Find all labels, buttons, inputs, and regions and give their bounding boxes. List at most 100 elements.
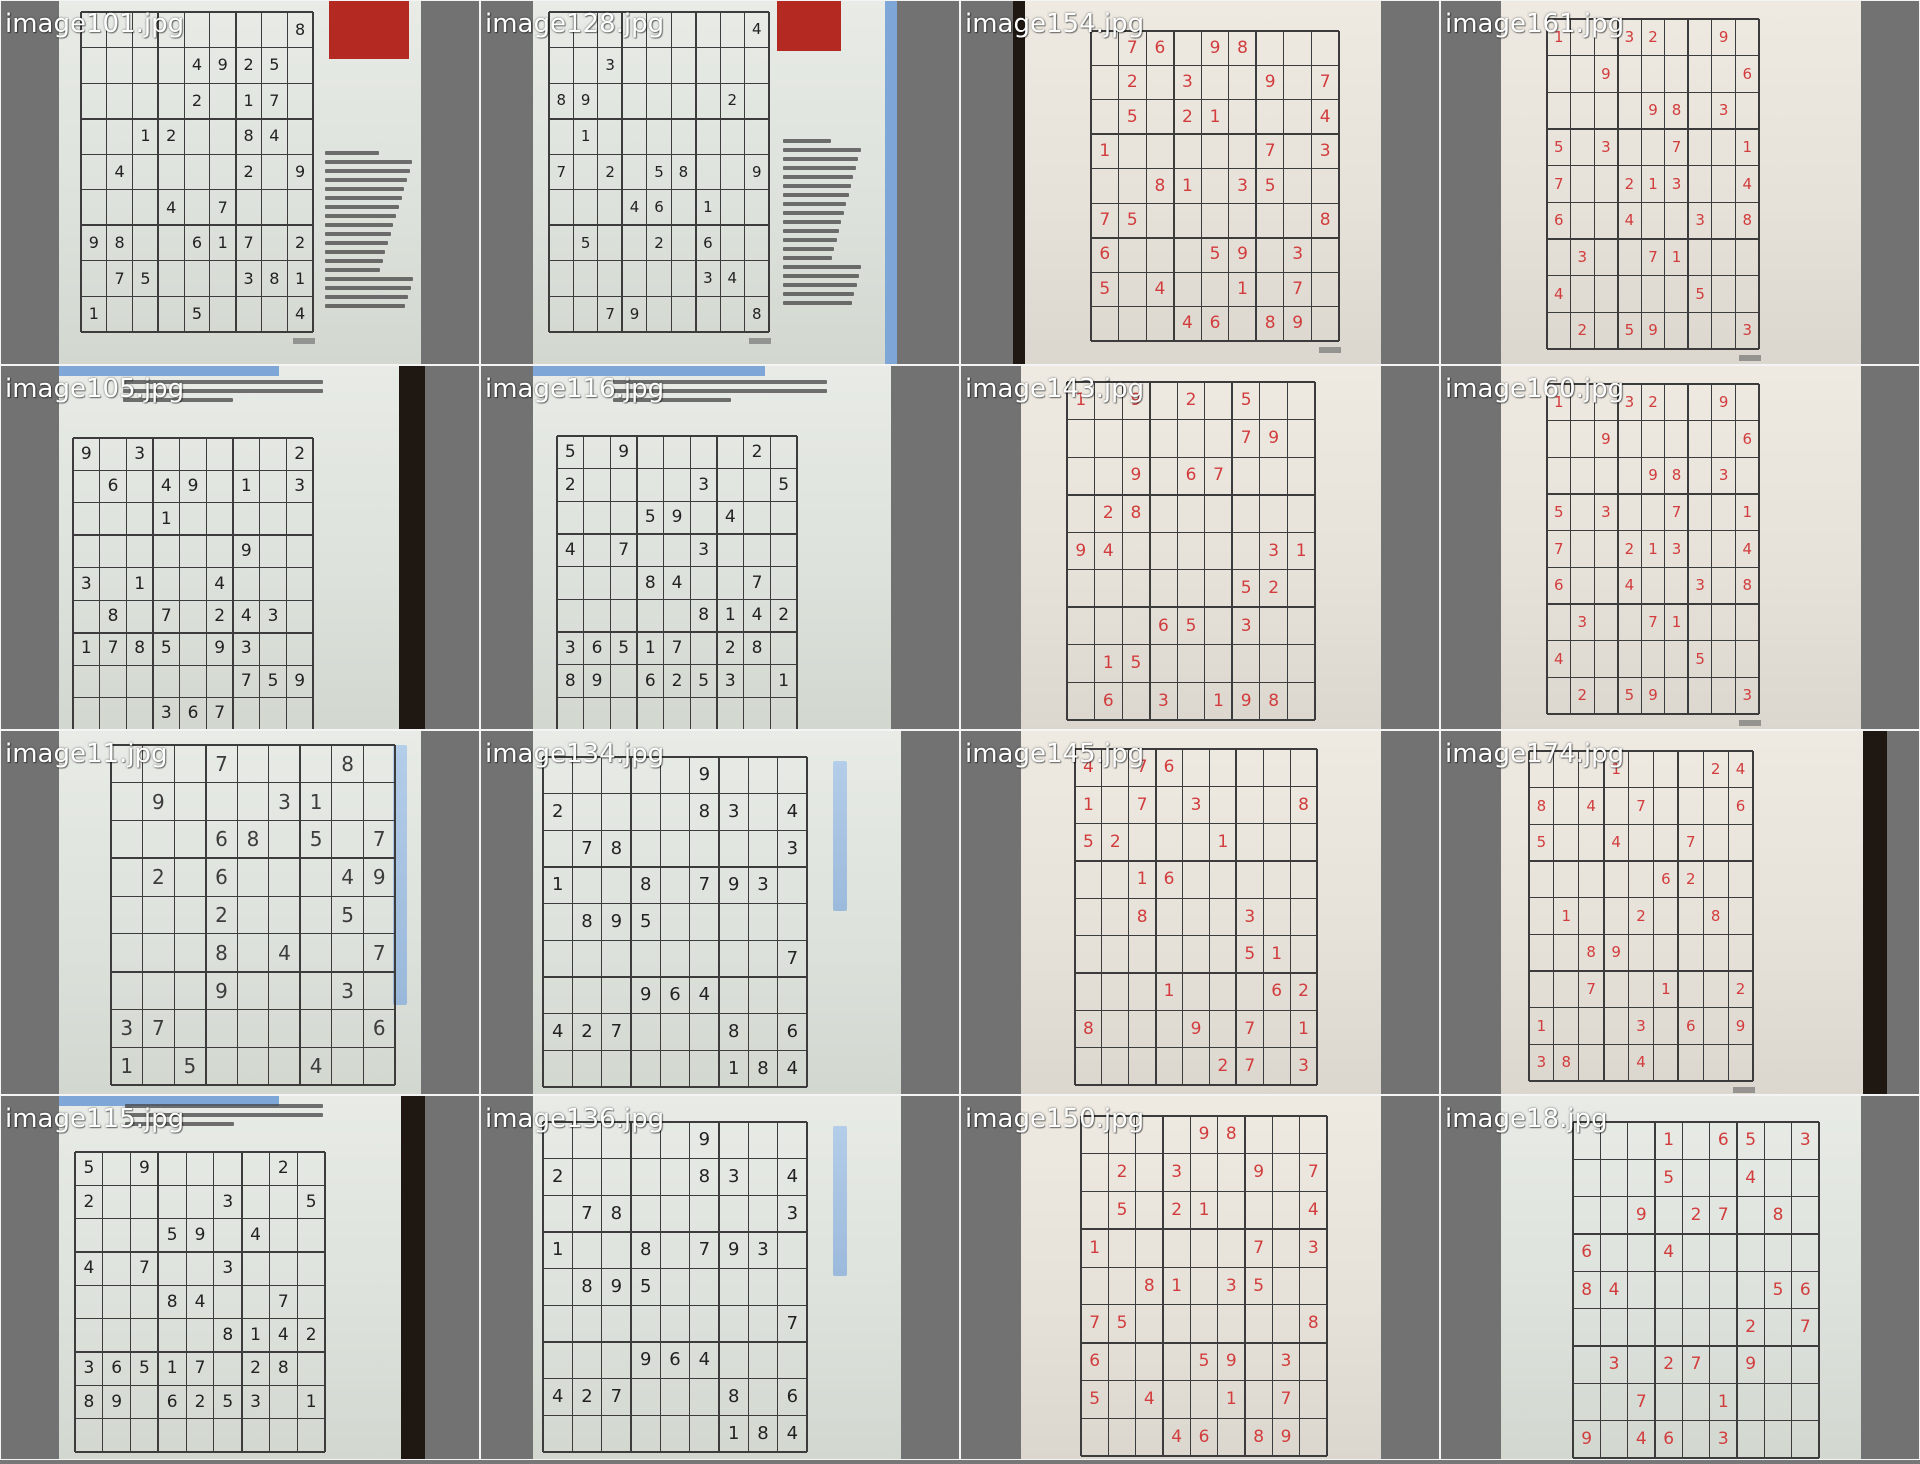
sudoku-digit: 3 bbox=[267, 605, 279, 626]
photo-text-line bbox=[783, 247, 835, 251]
photo-page-label bbox=[293, 338, 315, 344]
sudoku-digit: 6 bbox=[591, 637, 603, 658]
sudoku-digit: 9 bbox=[1075, 540, 1087, 561]
sudoku-digit: 2 bbox=[191, 90, 203, 110]
sudoku-digit: 4 bbox=[671, 572, 683, 593]
sudoku-digit: 8 bbox=[564, 670, 576, 691]
photo-text-line bbox=[325, 250, 386, 254]
image-tile[interactable]: 9 8 2 3 9 7 5 2 1 4 1 7 3 8 1 3 5 7 5 8 6 5 9 3 5 4 1 7 4 6 8 9 image150… bbox=[960, 1095, 1440, 1460]
grid-line bbox=[1547, 603, 1759, 605]
sudoku-digit: 2 bbox=[1182, 106, 1193, 127]
sudoku-digit: 9 bbox=[88, 233, 99, 253]
sudoku-digit: 8 bbox=[1143, 1275, 1155, 1296]
sudoku-digit: 1 bbox=[88, 304, 99, 324]
sudoku-digit: 7 bbox=[556, 162, 566, 181]
sudoku-digit: 1 bbox=[1171, 1275, 1183, 1296]
image-tile[interactable]: 9 3 2 6 4 9 1 3 1 9 3 1 4 8 7 2 4 3 1 7 8 5 9 3 7 5 9 3 6 7 image105.j… bbox=[0, 365, 480, 730]
grid-line bbox=[1067, 419, 1315, 421]
sudoku-digit: 3 bbox=[1601, 502, 1611, 521]
image-tile[interactable]: 4 3 8 9 2 1 7 2 5 8 9 4 6 1 5 2 6 3 4 7 9 8 image128.jpg bbox=[480, 0, 960, 365]
sudoku-digit: 2 bbox=[1185, 390, 1197, 411]
sudoku-digit: 6 bbox=[111, 1358, 123, 1379]
sudoku-digit: 5 bbox=[1244, 943, 1256, 964]
sudoku-digit: 8 bbox=[757, 1057, 769, 1079]
image-tile[interactable]: 7 6 9 8 2 3 9 7 5 2 1 4 1 7 3 8 1 3 5 7 5 8 6 5 9 3 5 4 1 7 4 6 8 9 image1… bbox=[960, 0, 1440, 365]
image-tile[interactable]: 1 9 2 5 7 9 9 6 7 2 8 9 4 3 1 5 2 6 5 3 1 5 6 3 1 9 8 image143.jpg bbox=[960, 365, 1440, 730]
photo-dark-edge bbox=[399, 366, 425, 729]
grid-line bbox=[75, 1351, 325, 1353]
image-filename: image136.jpg bbox=[485, 1104, 665, 1134]
image-filename: image161.jpg bbox=[1445, 9, 1625, 39]
sudoku-digit: 4 bbox=[166, 197, 177, 217]
grid-line bbox=[1547, 201, 1759, 203]
grid-line bbox=[549, 47, 769, 49]
photo-text-line bbox=[325, 169, 410, 173]
photo-text-line bbox=[783, 148, 861, 152]
image-tile[interactable]: 8 4 9 2 5 2 1 7 1 2 8 4 4 2 9 4 7 9 8 6 1 7 2 7 5 3 8 1 1 5 4 image101.… bbox=[0, 0, 480, 365]
grid-line bbox=[549, 331, 769, 333]
image-tile[interactable]: 1 3 2 9 9 6 9 8 3 5 3 7 1 7 2 1 3 4 6 4 3 8 3 7 1 4 5 2 5 9 3 image160.… bbox=[1440, 365, 1920, 730]
image-filename: image145.jpg bbox=[965, 739, 1145, 769]
image-tile[interactable]: 1 2 4 8 4 7 6 5 4 7 6 2 1 2 8 8 9 7 1 2 1 3 6 9 3 8 4 image174.jpg bbox=[1440, 730, 1920, 1095]
sudoku-digit: 1 bbox=[309, 789, 323, 814]
sudoku-digit: 6 bbox=[1158, 615, 1169, 636]
photo-red-banner bbox=[777, 1, 841, 51]
sudoku-digit: 9 bbox=[295, 162, 306, 181]
image-tile[interactable]: 4 7 6 1 7 3 8 5 2 1 1 6 8 3 5 1 1 6 2 8 9 7 1 2 7 3 image145.jpg bbox=[960, 730, 1440, 1095]
photo-text-line bbox=[783, 139, 831, 143]
grid-line bbox=[543, 976, 807, 978]
sudoku-digit: 9 bbox=[698, 764, 711, 786]
image-tile[interactable]: 7 8 9 3 1 6 8 5 7 2 6 4 9 2 5 8 4 7 9 3 3 7 6 1 5 4 image11.jpg bbox=[0, 730, 480, 1095]
image-tile[interactable]: 5 9 2 2 3 5 5 9 4 4 7 3 8 4 7 8 1 4 2 3 6 5 1 7 2 8 8 9 6 2 5 3 1 image11… bbox=[480, 365, 960, 730]
grid-line bbox=[81, 189, 313, 191]
photo-text-line bbox=[325, 304, 406, 308]
grid-line bbox=[1067, 606, 1315, 609]
sudoku-digit: 9 bbox=[1268, 427, 1280, 448]
sudoku-digit: 1 bbox=[1298, 1018, 1309, 1039]
image-tile[interactable]: 9 2 8 3 4 7 8 3 1 8 7 9 3 8 9 5 7 9 6 4 4 2 7 8 6 1 8 4 image134.jpg bbox=[480, 730, 960, 1095]
sudoku-grid: 592235594473847814236517288962531 bbox=[556, 435, 798, 729]
photo-text-line bbox=[325, 286, 411, 290]
sudoku-digit: 3 bbox=[698, 539, 710, 560]
photo-text-line bbox=[325, 214, 397, 218]
image-tile[interactable]: 1 3 2 9 9 6 9 8 3 5 3 7 1 7 2 1 3 4 6 4 3 8 3 7 1 4 5 2 5 9 3 image161.… bbox=[1440, 0, 1920, 365]
sudoku-digit: 8 bbox=[1772, 1204, 1784, 1225]
grid-line bbox=[1529, 1007, 1753, 1009]
sudoku-digit: 5 bbox=[191, 304, 203, 324]
sudoku-digit: 2 bbox=[1577, 686, 1588, 705]
sudoku-digit: 7 bbox=[698, 1239, 711, 1261]
photo-text-line bbox=[325, 259, 383, 263]
sudoku-digit: 2 bbox=[305, 1324, 317, 1345]
sudoku-digit: 3 bbox=[703, 269, 713, 288]
sudoku-digit: 1 bbox=[580, 126, 591, 145]
sudoku-digit: 6 bbox=[1271, 981, 1283, 1002]
photo-text-line bbox=[783, 256, 832, 260]
grid-line bbox=[1573, 1121, 1819, 1123]
sudoku-digit: 5 bbox=[1695, 284, 1705, 303]
sudoku-digit: 3 bbox=[1671, 539, 1682, 558]
sudoku-digit: 1 bbox=[1217, 831, 1229, 852]
sudoku-digit: 1 bbox=[295, 268, 306, 288]
sudoku-digit: 8 bbox=[277, 1358, 289, 1379]
image-tile[interactable]: 9 2 8 3 4 7 8 3 1 8 7 9 3 8 9 5 7 9 6 4 4 2 7 8 6 1 8 4 image136.jpg bbox=[480, 1095, 960, 1460]
grid-line bbox=[1067, 681, 1315, 683]
photo-text-line bbox=[783, 184, 851, 188]
sudoku-digit: 9 bbox=[1635, 1204, 1647, 1225]
sudoku-digit: 3 bbox=[786, 1202, 799, 1224]
grid-line bbox=[543, 866, 807, 868]
image-tile[interactable]: 1 6 5 3 5 4 9 2 7 8 6 4 8 4 5 6 2 7 3 2 7 9 7 1 9 4 6 3 image18.jpg bbox=[1440, 1095, 1920, 1460]
grid-line bbox=[1547, 456, 1759, 458]
photo-dark-edge bbox=[1013, 1, 1025, 364]
sudoku-digit: 3 bbox=[1718, 101, 1729, 120]
sudoku-digit: 9 bbox=[187, 476, 199, 497]
grid-line bbox=[557, 533, 797, 535]
image-grid: 8 4 9 2 5 2 1 7 1 2 8 4 4 2 9 4 7 9 8 6 1 7 2 7 5 3 8 1 1 5 4 image101.… bbox=[0, 0, 1920, 1464]
photo-text-line bbox=[325, 196, 402, 200]
grid-line bbox=[549, 153, 769, 155]
sudoku-digit: 9 bbox=[751, 162, 762, 181]
sudoku-digit: 7 bbox=[1648, 247, 1658, 266]
image-tile[interactable]: 5 9 2 2 3 5 5 9 4 4 7 3 8 4 7 8 1 4 2 3 6 5 1 7 2 8 8 9 6 2 5 3 1 image11… bbox=[0, 1095, 480, 1460]
image-filename: image134.jpg bbox=[485, 739, 665, 769]
grid-line bbox=[1067, 569, 1315, 571]
sudoku-digit: 9 bbox=[1735, 1016, 1746, 1035]
